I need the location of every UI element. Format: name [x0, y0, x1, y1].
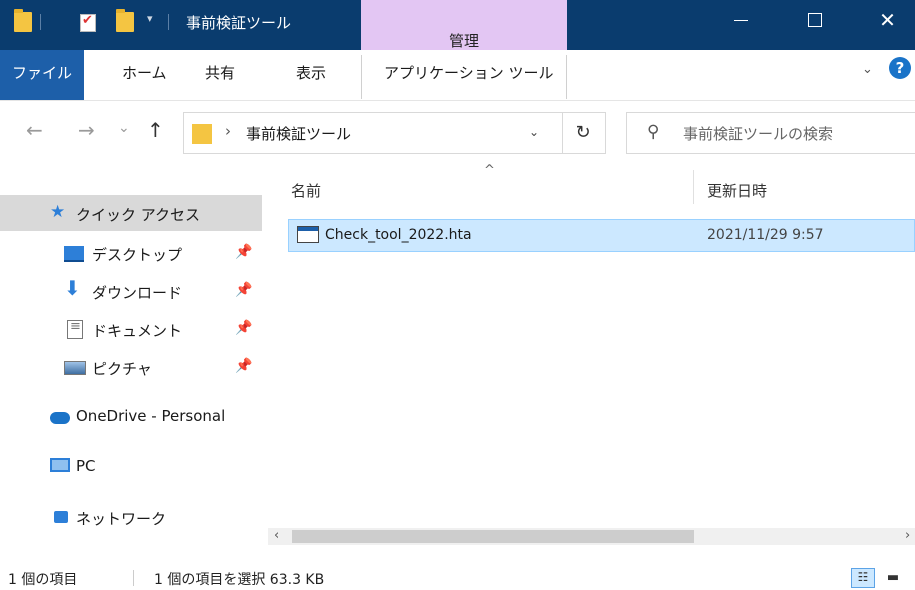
search-box[interactable]: ⚲ 事前検証ツールの検索	[626, 112, 915, 154]
tab-application-tools[interactable]: アプリケーション ツール	[384, 62, 553, 83]
maximize-button[interactable]	[787, 0, 842, 40]
ribbon-divider	[566, 55, 567, 99]
forward-button[interactable]: →	[78, 118, 95, 142]
status-bar: 1 個の項目 1 個の項目を選択 63.3 KB	[0, 566, 915, 590]
scroll-left-icon[interactable]: ‹	[274, 528, 279, 543]
hta-file-icon	[297, 226, 319, 243]
sidebar-item-downloads[interactable]: ⬇ ダウンロード 📌	[0, 273, 262, 309]
tab-file[interactable]: ファイル	[0, 50, 84, 100]
download-icon: ⬇	[64, 276, 81, 300]
customize-toolbar-icon[interactable]: ▾	[147, 12, 153, 25]
close-icon: ✕	[879, 8, 896, 32]
breadcrumb-current[interactable]: 事前検証ツール	[246, 123, 351, 144]
tab-share[interactable]: 共有	[205, 62, 235, 83]
pin-icon: 📌	[235, 320, 253, 336]
column-header-modified[interactable]: 更新日時	[707, 180, 767, 201]
sidebar-item-label: ダウンロード	[92, 284, 183, 302]
tab-view[interactable]: 表示	[296, 62, 326, 83]
selection-info: 1 個の項目を選択 63.3 KB	[154, 572, 325, 588]
column-divider[interactable]	[693, 170, 694, 204]
address-bar[interactable]: › 事前検証ツール ⌄	[183, 112, 563, 154]
folder-icon	[14, 9, 32, 32]
sidebar-item-pictures[interactable]: ピクチャ 📌	[0, 349, 262, 385]
search-icon: ⚲	[647, 122, 660, 142]
sidebar-item-label: ネットワーク	[76, 510, 167, 528]
pc-icon	[50, 458, 70, 472]
tab-file-label: ファイル	[11, 64, 72, 82]
sidebar-item-pc[interactable]: PC	[0, 448, 262, 484]
address-dropdown-icon[interactable]: ⌄	[529, 125, 539, 139]
documents-icon	[67, 319, 83, 339]
item-count: 1 個の項目	[8, 572, 78, 588]
large-icons-view-icon[interactable]: ▬	[882, 568, 904, 588]
pin-icon: 📌	[235, 244, 253, 260]
sidebar-item-onedrive[interactable]: OneDrive - Personal	[0, 398, 262, 434]
details-view-icon[interactable]: ☷	[851, 568, 875, 588]
sidebar-item-quick-access[interactable]: ★ クイック アクセス	[0, 195, 262, 231]
breadcrumb-chevron-icon[interactable]: ›	[225, 122, 231, 140]
sidebar-item-label: OneDrive - Personal	[76, 407, 226, 425]
sidebar-item-network[interactable]: ネットワーク	[0, 499, 262, 535]
file-row[interactable]: Check_tool_2022.hta 2021/11/29 9:57	[288, 219, 915, 252]
sidebar-item-label: ドキュメント	[92, 322, 183, 340]
sidebar-item-desktop[interactable]: デスクトップ 📌	[0, 235, 262, 271]
scrollbar-thumb[interactable]	[292, 530, 694, 543]
title-divider	[40, 14, 41, 30]
file-name: Check_tool_2022.hta	[325, 227, 472, 243]
sort-ascending-icon: ^	[484, 163, 495, 178]
new-folder-icon[interactable]	[116, 9, 134, 32]
onedrive-cloud-icon	[50, 412, 70, 424]
column-header-name[interactable]: 名前	[291, 180, 321, 201]
folder-icon	[192, 124, 212, 144]
minimize-icon	[734, 20, 748, 21]
maximize-icon	[808, 13, 822, 27]
ribbon: ファイル ホーム 共有 表示 アプリケーション ツール	[0, 50, 915, 101]
navigation-pane: ★ クイック アクセス デスクトップ 📌 ⬇ ダウンロード 📌 ドキュメント 📌…	[0, 165, 268, 565]
desktop-icon	[64, 246, 84, 262]
pictures-icon	[64, 361, 86, 375]
sidebar-item-label: デスクトップ	[92, 246, 183, 264]
refresh-button[interactable]: ↻	[561, 112, 606, 154]
tab-home[interactable]: ホーム	[122, 62, 167, 83]
recent-locations-button[interactable]: ⌄	[118, 120, 130, 136]
title-divider	[168, 14, 169, 30]
properties-icon[interactable]	[80, 13, 96, 32]
horizontal-scrollbar[interactable]: ‹ ›	[268, 528, 915, 545]
search-placeholder: 事前検証ツールの検索	[683, 125, 834, 143]
sidebar-item-label: クイック アクセス	[76, 206, 201, 224]
pin-icon: 📌	[235, 282, 253, 298]
close-button[interactable]: ✕	[860, 0, 915, 40]
pin-icon: 📌	[235, 358, 253, 374]
scroll-right-icon[interactable]: ›	[905, 528, 910, 543]
sidebar-item-label: ピクチャ	[92, 360, 152, 378]
star-icon: ★	[50, 202, 66, 222]
help-icon[interactable]: ?	[889, 57, 911, 79]
tab-manage-label: 管理	[448, 32, 479, 50]
minimize-button[interactable]	[713, 0, 768, 40]
network-icon	[54, 511, 68, 523]
back-button[interactable]: ←	[26, 118, 43, 142]
sidebar-item-label: PC	[76, 457, 96, 475]
file-modified: 2021/11/29 9:57	[707, 227, 824, 243]
sidebar-item-documents[interactable]: ドキュメント 📌	[0, 311, 262, 347]
window-title: 事前検証ツール	[186, 14, 292, 32]
ribbon-divider	[361, 55, 362, 99]
status-divider	[133, 570, 134, 586]
tab-manage[interactable]: 管理	[361, 0, 567, 50]
up-button[interactable]: ↑	[147, 118, 164, 142]
expand-ribbon-icon[interactable]: ⌄	[862, 62, 873, 77]
